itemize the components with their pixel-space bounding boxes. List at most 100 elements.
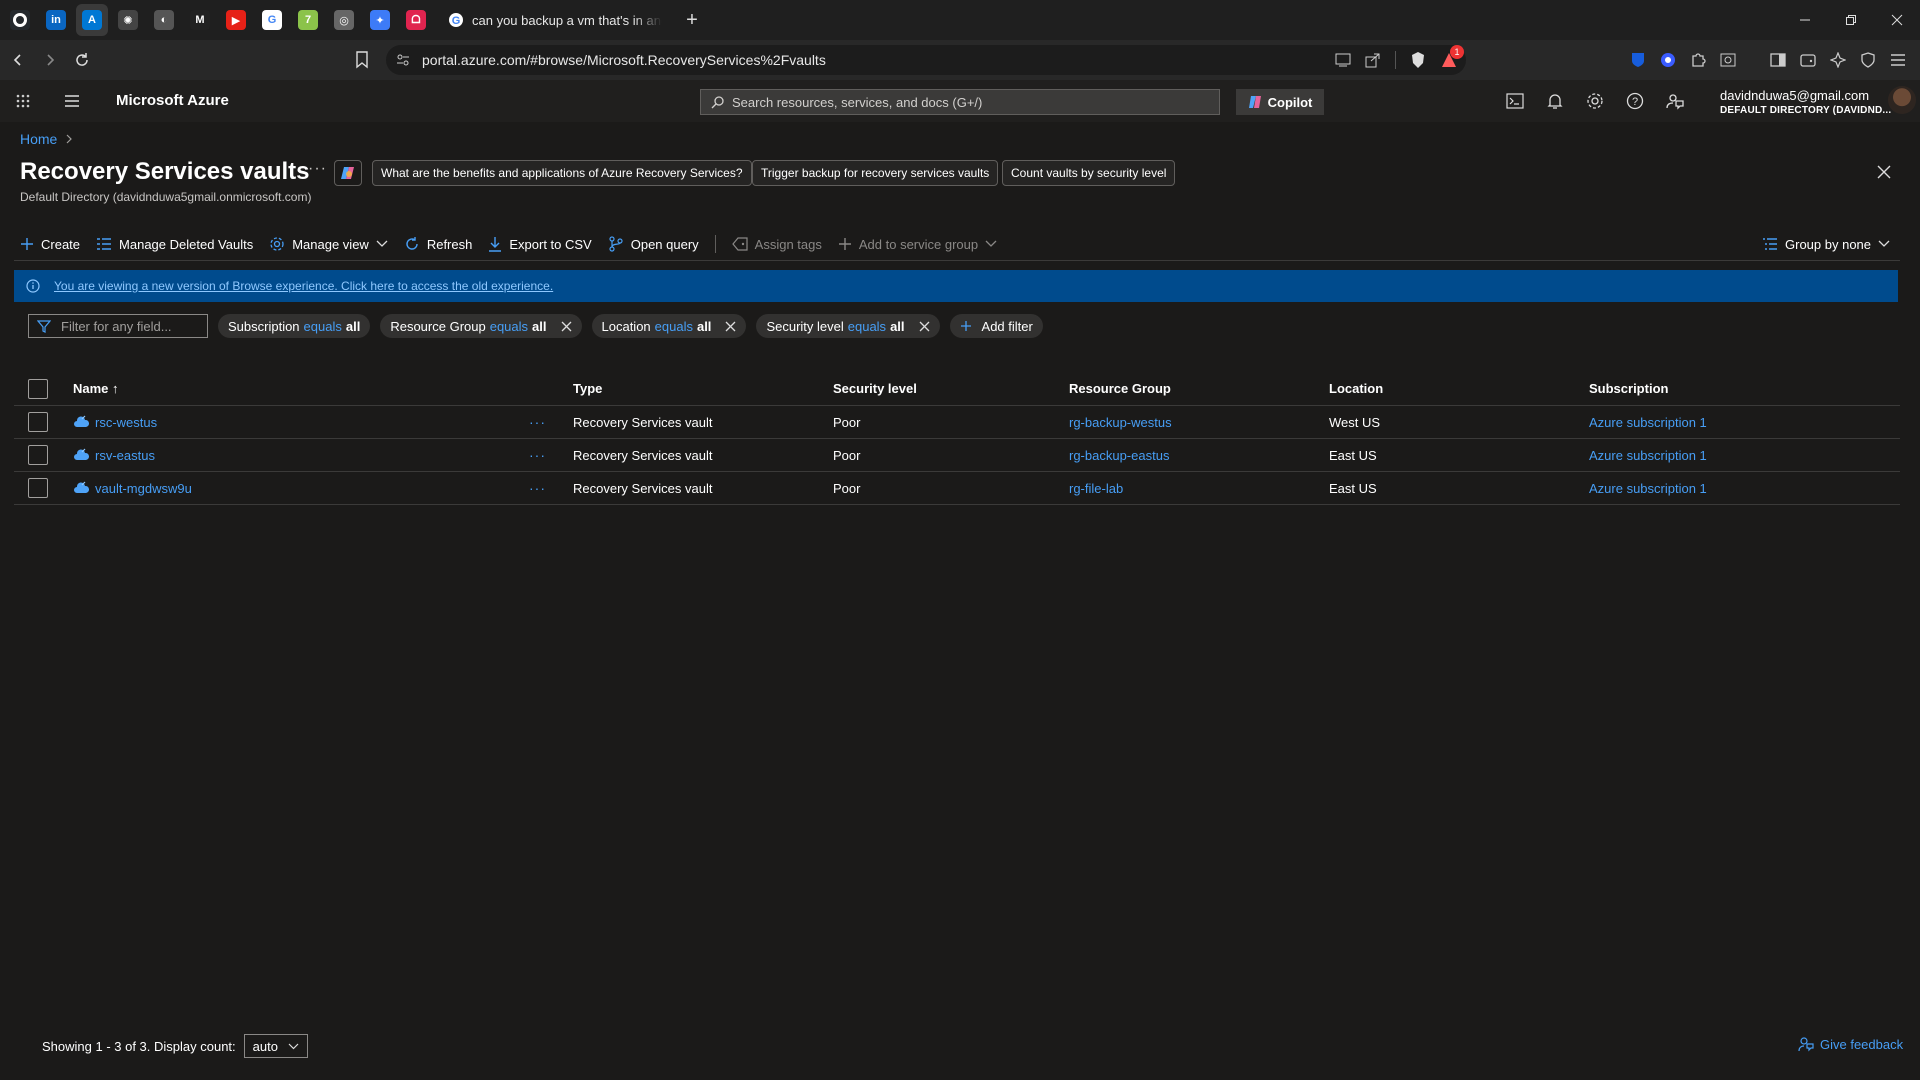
portal-menu-icon[interactable] <box>64 95 80 107</box>
app-launcher-icon[interactable] <box>16 94 30 108</box>
settings-gear-icon[interactable] <box>1585 91 1605 111</box>
global-search-input[interactable]: Search resources, services, and docs (G+… <box>700 89 1220 115</box>
reload-icon[interactable] <box>68 46 96 74</box>
row-checkbox[interactable] <box>28 478 48 498</box>
copilot-button[interactable]: Copilot <box>1236 89 1324 115</box>
column-header-subscription[interactable]: Subscription <box>1589 381 1668 396</box>
refresh-button[interactable]: Refresh <box>404 236 472 252</box>
table-row[interactable]: rsv-eastus ··· Recovery Services vault Poor… <box>14 439 1900 472</box>
vault-resource-group-link[interactable]: rg-file-lab <box>1069 481 1123 496</box>
extensions-puzzle-icon[interactable] <box>1690 52 1706 68</box>
pinned-tab-app[interactable]: ᗝ <box>400 4 432 36</box>
suggestion-count-vaults[interactable]: Count vaults by security level <box>1002 160 1176 186</box>
browser-menu-icon[interactable] <box>1890 53 1906 67</box>
remove-filter-icon[interactable] <box>725 321 736 332</box>
feedback-person-icon[interactable] <box>1665 91 1685 111</box>
brave-shield-icon[interactable] <box>1410 51 1426 69</box>
pinned-tab-generic[interactable]: ◐ <box>148 4 180 36</box>
vpn-icon[interactable] <box>1860 52 1876 68</box>
filter-pill-security-level[interactable]: Security level equals all <box>756 314 940 338</box>
help-icon[interactable]: ? <box>1625 91 1645 111</box>
pinned-tab-globe[interactable]: ◎ <box>328 4 360 36</box>
vault-name-link[interactable]: vault-mgdwsw9u <box>95 481 192 496</box>
restore-icon[interactable] <box>1828 0 1874 40</box>
display-count-select[interactable]: auto <box>243 1034 308 1058</box>
pinned-tab-medium[interactable]: M <box>184 4 216 36</box>
cloud-shell-icon[interactable] <box>1505 91 1525 111</box>
pinned-tab-github[interactable] <box>4 4 36 36</box>
vault-name-link[interactable]: rsc-westus <box>95 415 157 430</box>
new-tab-button[interactable]: + <box>678 6 706 34</box>
pinned-tab-linkedin[interactable]: in <box>40 4 72 36</box>
extension-circle-icon[interactable] <box>1660 52 1676 68</box>
address-bar[interactable]: portal.azure.com/#browse/Microsoft.Recov… <box>386 45 1466 75</box>
remove-filter-icon[interactable] <box>561 321 572 332</box>
page-more-icon[interactable]: ··· <box>308 160 327 178</box>
site-settings-icon[interactable] <box>396 53 410 67</box>
add-service-group-button[interactable]: Add to service group <box>838 237 997 252</box>
account-menu[interactable]: davidnduwa5@gmail.com DEFAULT DIRECTORY … <box>1720 88 1891 116</box>
manage-deleted-vaults-button[interactable]: Manage Deleted Vaults <box>96 237 253 252</box>
bookmark-icon[interactable] <box>355 51 369 69</box>
pinned-tab-youtube[interactable]: ▶ <box>220 4 252 36</box>
column-header-name[interactable]: Name ↑ <box>73 381 119 396</box>
filter-pill-resource-group[interactable]: Resource Group equals all <box>380 314 582 338</box>
pinned-tab-gemini[interactable]: ✦ <box>364 4 396 36</box>
add-filter-button[interactable]: Add filter <box>949 314 1043 338</box>
column-header-location[interactable]: Location <box>1329 381 1383 396</box>
breadcrumb-home[interactable]: Home <box>20 131 57 147</box>
wallet-icon[interactable] <box>1800 52 1816 68</box>
table-row[interactable]: vault-mgdwsw9u ··· Recovery Services vault… <box>14 472 1900 505</box>
pinned-tab-azure[interactable]: A <box>76 4 108 36</box>
bitwarden-icon[interactable] <box>1630 52 1646 68</box>
row-checkbox[interactable] <box>28 412 48 432</box>
back-icon[interactable] <box>4 46 32 74</box>
row-more-icon[interactable]: ··· <box>529 414 546 430</box>
row-more-icon[interactable]: ··· <box>529 480 546 496</box>
azure-brand[interactable]: Microsoft Azure <box>116 92 229 109</box>
leo-ai-icon[interactable] <box>1830 52 1846 68</box>
screenshot-icon[interactable] <box>1720 52 1736 68</box>
vault-subscription-link[interactable]: Azure subscription 1 <box>1589 448 1707 463</box>
give-feedback-link[interactable]: Give feedback <box>1798 1036 1903 1052</box>
cast-icon[interactable] <box>1335 53 1351 67</box>
create-button[interactable]: Create <box>20 237 80 252</box>
notifications-icon[interactable] <box>1545 91 1565 111</box>
share-icon[interactable] <box>1365 52 1381 68</box>
sidebar-icon[interactable] <box>1770 52 1786 68</box>
suggestion-trigger-backup[interactable]: Trigger backup for recovery services vau… <box>752 160 999 186</box>
table-row[interactable]: rsc-westus ··· Recovery Services vault Poor… <box>14 406 1900 439</box>
column-header-type[interactable]: Type <box>573 381 602 396</box>
open-query-button[interactable]: Open query <box>608 236 699 252</box>
pinned-tab-google[interactable]: G <box>256 4 288 36</box>
column-header-resource-group[interactable]: Resource Group <box>1069 381 1171 396</box>
copilot-suggestions-icon[interactable] <box>334 160 362 186</box>
filter-pill-location[interactable]: Location equals all <box>591 314 747 338</box>
select-all-checkbox[interactable] <box>28 378 48 399</box>
export-csv-button[interactable]: Export to CSV <box>488 236 592 252</box>
old-experience-link[interactable]: You are viewing a new version of Browse … <box>54 279 553 293</box>
assign-tags-button[interactable]: Assign tags <box>731 237 822 252</box>
vault-subscription-link[interactable]: Azure subscription 1 <box>1589 481 1707 496</box>
minimize-icon[interactable] <box>1782 0 1828 40</box>
brave-rewards-icon[interactable]: 1 <box>1440 45 1464 69</box>
pinned-tab-seven[interactable]: 7 <box>292 4 324 36</box>
browser-tab-active[interactable]: G can you backup a vm that's in anothe <box>438 4 678 36</box>
forward-icon[interactable] <box>36 46 64 74</box>
vault-name-link[interactable]: rsv-eastus <box>95 448 155 463</box>
remove-filter-icon[interactable] <box>919 321 930 332</box>
suggestion-benefits[interactable]: What are the benefits and applications o… <box>372 160 752 186</box>
avatar[interactable] <box>1888 86 1916 114</box>
group-by-dropdown[interactable]: Group by none <box>1762 230 1890 258</box>
manage-view-button[interactable]: Manage view <box>269 236 388 252</box>
filter-pill-subscription[interactable]: Subscription equals all <box>218 314 371 338</box>
column-header-security[interactable]: Security level <box>833 381 917 396</box>
vault-resource-group-link[interactable]: rg-backup-westus <box>1069 415 1172 430</box>
row-more-icon[interactable]: ··· <box>529 447 546 463</box>
vault-resource-group-link[interactable]: rg-backup-eastus <box>1069 448 1169 463</box>
vault-subscription-link[interactable]: Azure subscription 1 <box>1589 415 1707 430</box>
filter-input[interactable]: Filter for any field... <box>28 314 208 338</box>
close-window-icon[interactable] <box>1874 0 1920 40</box>
pinned-tab-openai[interactable]: ✺ <box>112 4 144 36</box>
close-blade-icon[interactable] <box>1874 162 1894 182</box>
